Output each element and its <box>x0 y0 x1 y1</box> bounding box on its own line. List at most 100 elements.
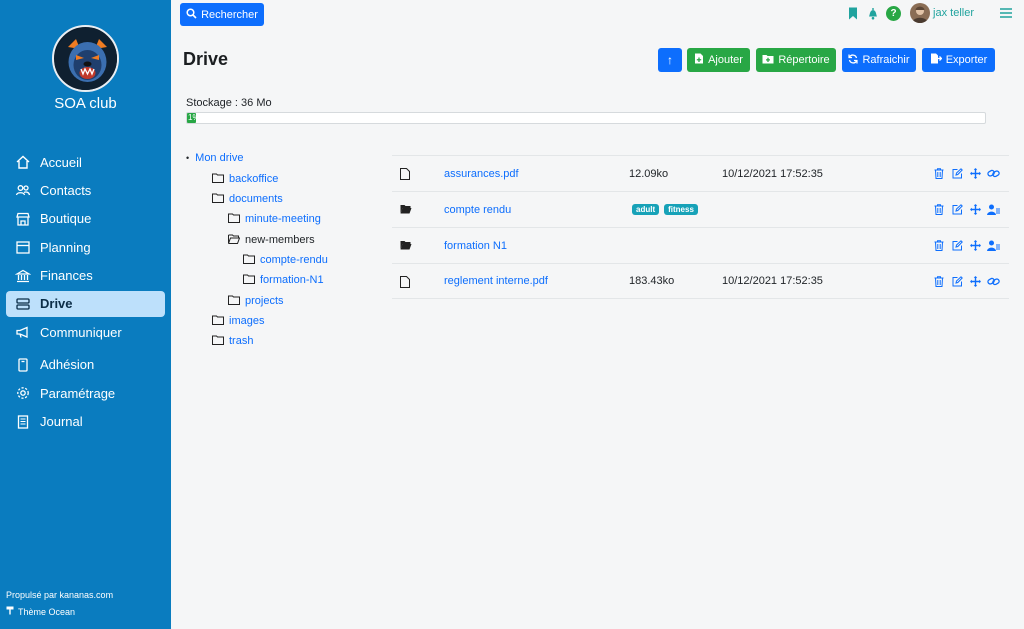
refresh-icon <box>848 53 859 67</box>
megaphone-icon <box>14 323 32 341</box>
user-share-icon[interactable] <box>986 203 1000 217</box>
search-icon <box>186 7 197 22</box>
refresh-label: Rafraichir <box>862 54 910 66</box>
journal-icon <box>14 413 32 431</box>
paint-roller-icon <box>6 604 15 621</box>
club-logo[interactable] <box>52 25 119 92</box>
tree-node-projects[interactable]: projects <box>228 293 284 308</box>
sidebar-item-communiquer[interactable]: Communiquer <box>6 319 165 345</box>
sidebar-item-adhesion[interactable]: Adhésion <box>6 352 165 378</box>
file-name-link[interactable]: assurances.pdf <box>444 168 519 180</box>
user-share-icon[interactable] <box>986 239 1000 253</box>
help-icon[interactable]: ? <box>886 5 902 21</box>
avatar[interactable] <box>910 3 931 23</box>
table-row[interactable]: reglement interne.pdf 183.43ko 10/12/202… <box>392 263 1009 299</box>
sidebar-item-drive[interactable]: Drive <box>6 290 165 317</box>
powered-by-link[interactable]: Propulsé par kananas.com <box>6 587 113 604</box>
folder-open-icon <box>400 204 412 216</box>
trash-icon[interactable] <box>932 239 946 253</box>
sidebar-item-contacts[interactable]: Contacts <box>6 177 165 203</box>
folder-icon <box>243 254 255 266</box>
sidebar-nav: Accueil Contacts Boutique Planning Finan… <box>6 149 165 437</box>
sidebar-item-parametrage[interactable]: Paramétrage <box>6 380 165 406</box>
file-icon <box>400 276 412 288</box>
gear-icon <box>14 384 32 402</box>
sidebar-item-boutique[interactable]: Boutique <box>6 206 165 232</box>
club-name: SOA club <box>54 95 117 112</box>
add-file-button[interactable]: Ajouter <box>687 48 750 72</box>
tag-badge[interactable]: adult <box>632 204 660 215</box>
file-name-link[interactable]: reglement interne.pdf <box>444 275 548 287</box>
edit-icon[interactable] <box>950 239 964 253</box>
tree-node-new-members[interactable]: new-members <box>228 232 315 247</box>
bookmark-icon[interactable] <box>848 7 862 20</box>
tree-node-label[interactable]: minute-meeting <box>245 213 321 225</box>
sidebar-item-label: Planning <box>40 239 91 255</box>
badge-icon <box>14 356 32 374</box>
add-file-label: Ajouter <box>708 54 743 66</box>
theme-selector[interactable]: Thème Ocean <box>6 604 113 621</box>
edit-icon[interactable] <box>950 203 964 217</box>
sidebar-item-label: Journal <box>40 414 83 430</box>
tree-node-label[interactable]: images <box>229 315 264 327</box>
folder-icon <box>212 315 224 327</box>
table-row[interactable]: compte rendu adult fitness <box>392 191 1009 227</box>
tag-list: adult fitness <box>632 204 698 215</box>
table-row[interactable]: formation N1 <box>392 227 1009 263</box>
tree-node-compte-rendu[interactable]: compte-rendu <box>243 252 328 267</box>
calendar-icon <box>14 238 32 256</box>
move-icon[interactable] <box>968 239 982 253</box>
tree-node-label[interactable]: projects <box>245 295 284 307</box>
link-icon[interactable] <box>986 274 1000 288</box>
sidebar-item-journal[interactable]: Journal <box>6 409 165 435</box>
trash-icon[interactable] <box>932 274 946 288</box>
move-icon[interactable] <box>968 274 982 288</box>
bell-icon[interactable] <box>867 7 881 20</box>
sidebar-item-label: Accueil <box>40 154 82 170</box>
tree-node-label: new-members <box>245 233 315 246</box>
export-button[interactable]: Exporter <box>922 48 995 72</box>
bank-icon <box>14 267 32 285</box>
new-folder-button[interactable]: Répertoire <box>756 48 836 72</box>
tree-node-documents[interactable]: documents <box>212 191 283 206</box>
tree-node-label[interactable]: trash <box>229 335 253 347</box>
parent-folder-button[interactable]: ↑ <box>658 48 682 72</box>
folder-open-icon <box>400 240 412 252</box>
folder-icon <box>212 173 224 185</box>
search-button[interactable]: Rechercher <box>180 3 264 26</box>
folder-name-link[interactable]: formation N1 <box>444 240 507 252</box>
link-icon[interactable] <box>986 167 1000 181</box>
menu-icon[interactable] <box>1000 8 1012 18</box>
tree-node-backoffice[interactable]: backoffice <box>212 171 278 186</box>
user-name[interactable]: jax teller <box>933 7 974 19</box>
folder-icon <box>228 213 240 225</box>
search-button-label: Rechercher <box>201 8 258 21</box>
trash-icon[interactable] <box>932 167 946 181</box>
move-icon[interactable] <box>968 167 982 181</box>
edit-icon[interactable] <box>950 274 964 288</box>
sidebar-item-label: Finances <box>40 268 93 284</box>
folder-name-link[interactable]: compte rendu <box>444 204 511 216</box>
file-date: 10/12/2021 17:52:35 <box>722 167 823 180</box>
move-icon[interactable] <box>968 203 982 217</box>
sidebar-item-finances[interactable]: Finances <box>6 263 165 289</box>
tree-node-label[interactable]: documents <box>229 193 283 205</box>
tag-badge[interactable]: fitness <box>664 204 698 215</box>
tree-node-label[interactable]: formation-N1 <box>260 274 324 286</box>
tree-node-label[interactable]: backoffice <box>229 173 278 185</box>
tree-node-images[interactable]: images <box>212 313 264 328</box>
tree-node-formation-n1[interactable]: formation-N1 <box>243 272 324 287</box>
tree-root-label[interactable]: Mon drive <box>195 152 243 164</box>
folder-plus-icon <box>762 54 774 67</box>
table-row[interactable]: assurances.pdf 12.09ko 10/12/2021 17:52:… <box>392 155 1009 191</box>
tree-root[interactable]: • Mon drive <box>186 150 243 165</box>
tree-node-minute-meeting[interactable]: minute-meeting <box>228 211 321 226</box>
tree-node-trash[interactable]: trash <box>212 333 253 348</box>
sidebar-item-planning[interactable]: Planning <box>6 234 165 260</box>
edit-icon[interactable] <box>950 167 964 181</box>
row-actions <box>932 167 1000 181</box>
refresh-button[interactable]: Rafraichir <box>842 48 916 72</box>
tree-node-label[interactable]: compte-rendu <box>260 254 328 266</box>
sidebar-item-accueil[interactable]: Accueil <box>6 149 165 175</box>
trash-icon[interactable] <box>932 203 946 217</box>
